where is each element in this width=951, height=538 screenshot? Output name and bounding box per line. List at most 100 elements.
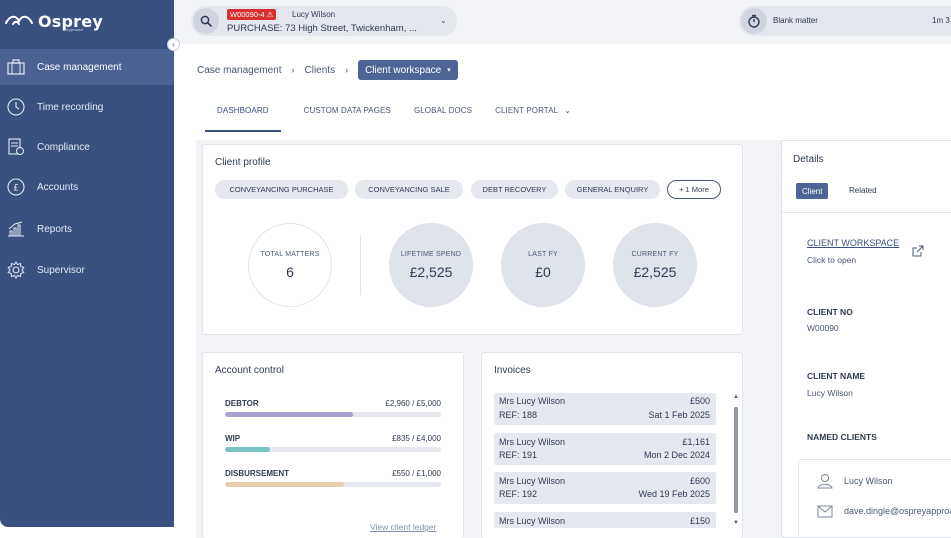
matter-title: PURCHASE: 73 High Street, Twickenham, ..… [227, 23, 417, 34]
external-link-icon[interactable] [912, 244, 924, 262]
invoice-item[interactable]: Mrs Lucy Wilson £500 REF: 188 Sat 1 Feb … [494, 393, 716, 425]
tab-bar: DASHBOARD CUSTOM DATA PAGES GLOBAL DOCS … [205, 106, 594, 132]
sidebar-item-accounts[interactable]: £ Accounts [0, 169, 174, 205]
tab-client-portal[interactable]: CLIENT PORTAL ⌄ [495, 106, 571, 132]
gear-icon [6, 260, 26, 280]
named-client-name-row: Lucy Wilson [816, 472, 893, 490]
invoice-item[interactable]: Mrs Lucy Wilson £1,161 REF: 191 Mon 2 De… [494, 433, 716, 465]
chip-general-enquiry[interactable]: GENERAL ENQUIRY [565, 180, 660, 199]
sidebar-item-case-management[interactable]: Case management [0, 49, 174, 85]
timer-button[interactable] [741, 8, 767, 34]
clock-icon [6, 97, 26, 117]
mail-icon [816, 502, 834, 520]
invoice-ref: REF: 188 [499, 410, 538, 420]
stat-last-fy: LAST FY £0 [501, 223, 585, 307]
scroll-down-icon[interactable]: ▼ [733, 520, 739, 526]
view-client-ledger-link[interactable]: View client ledger [370, 522, 436, 532]
chevron-right-icon: › [291, 65, 295, 75]
topbar: W00090-4 ⚠ Lucy Wilson PURCHASE: 73 High… [174, 0, 951, 44]
tab-global-docs[interactable]: GLOBAL DOCS [414, 106, 472, 132]
search-button[interactable] [193, 8, 219, 34]
account-row-label: DISBURSEMENT [225, 469, 290, 478]
stat-lifetime-spend: LIFETIME SPEND £2,525 [389, 223, 473, 307]
scroll-up-icon[interactable]: ▲ [733, 394, 739, 400]
invoice-client: Mrs Lucy Wilson [499, 396, 566, 406]
details-tab-related[interactable]: Related [849, 186, 877, 195]
sidebar-item-label: Time recording [37, 101, 104, 113]
client-no-value: W00090 [807, 323, 839, 333]
invoice-scrollbar[interactable]: ▲ ▼ [733, 394, 739, 528]
stat-value: £0 [535, 263, 551, 280]
client-workspace-subtext: Click to open [807, 255, 857, 265]
timer-widget[interactable]: Blank matter 1m 3 [739, 6, 951, 36]
stat-label: TOTAL MATTERS [260, 250, 320, 258]
invoice-date: Wed 19 Feb 2025 [638, 489, 710, 499]
named-client-email-row: dave.dingle@ospreyapproach [816, 502, 951, 520]
sidebar-item-reports[interactable]: Reports [0, 211, 174, 247]
logo[interactable]: Osprey Approach [4, 8, 103, 34]
chip-more-button[interactable]: + 1 More [667, 180, 721, 199]
invoice-date: Mon 2 Dec 2024 [643, 450, 710, 460]
pound-icon: £ [6, 177, 26, 197]
named-client-card[interactable]: Lucy Wilson dave.dingle@ospreyapproach [798, 459, 951, 538]
progress-track [225, 447, 441, 452]
breadcrumb-item-case-management[interactable]: Case management [197, 65, 282, 76]
scrollbar-thumb[interactable] [734, 407, 738, 513]
client-workspace-link[interactable]: CLIENT WORKSPACE [807, 238, 899, 248]
sidebar-item-compliance[interactable]: Compliance [0, 129, 174, 165]
sidebar-item-supervisor[interactable]: Supervisor [0, 252, 174, 288]
sidebar-item-label: Case management [37, 61, 122, 73]
invoice-client: Mrs Lucy Wilson [499, 437, 566, 447]
sidebar-item-label: Compliance [37, 141, 90, 153]
dashboard-area: Client profile CONVEYANCING PURCHASE CON… [196, 140, 951, 538]
stat-value: £2,525 [409, 263, 453, 280]
invoice-list: Mrs Lucy Wilson £500 REF: 188 Sat 1 Feb … [494, 393, 717, 528]
reports-icon [6, 219, 26, 239]
osprey-bird-icon [5, 15, 33, 25]
sidebar-item-time-recording[interactable]: Time recording [0, 89, 174, 125]
stat-label: CURRENT FY [631, 250, 679, 258]
breadcrumb: Case management › Clients › Client works… [197, 60, 458, 80]
invoice-item[interactable]: Mrs Lucy Wilson £600 REF: 192 Wed 19 Feb… [494, 472, 716, 504]
stat-total-matters: TOTAL MATTERS 6 [248, 223, 332, 307]
breadcrumb-current-label: Client workspace [365, 64, 442, 76]
account-row-value: £2,960 / £5,000 [385, 399, 441, 408]
matter-selector[interactable]: W00090-4 ⚠ Lucy Wilson PURCHASE: 73 High… [191, 6, 457, 36]
compliance-icon [6, 137, 26, 157]
invoice-item[interactable]: Mrs Lucy Wilson £150 [494, 512, 716, 528]
timer-time: 1m 3 [932, 16, 950, 25]
account-control-card: Account control DEBTOR £2,960 / £5,000 W… [202, 352, 464, 538]
chip-conveyancing-purchase[interactable]: CONVEYANCING PURCHASE [215, 180, 348, 199]
named-client-email[interactable]: dave.dingle@ospreyapproach [844, 506, 951, 516]
invoice-ref: REF: 192 [499, 489, 538, 499]
svg-text:£: £ [13, 184, 19, 194]
sidebar-item-label: Supervisor [37, 264, 85, 276]
search-icon [200, 15, 212, 27]
invoice-amount: £150 [689, 516, 710, 526]
breadcrumb-current-dropdown[interactable]: Client workspace ▾ [358, 60, 458, 80]
user-icon [816, 472, 834, 490]
progress-fill [225, 447, 271, 452]
account-control-title: Account control [215, 365, 284, 376]
chip-conveyancing-sale[interactable]: CONVEYANCING SALE [355, 180, 463, 199]
invoice-ref: REF: 191 [499, 450, 538, 460]
invoice-amount: £1,161 [682, 437, 710, 447]
tab-dashboard[interactable]: DASHBOARD [205, 106, 281, 132]
details-title: Details [793, 154, 824, 165]
invoices-card: Invoices Mrs Lucy Wilson £500 REF: 188 S… [481, 352, 743, 538]
account-row-value: £835 / £4,000 [392, 434, 441, 443]
chevron-down-icon: ⌄ [440, 16, 447, 25]
client-name-label: CLIENT NAME [807, 371, 866, 381]
stat-divider [360, 235, 361, 295]
progress-fill [225, 412, 353, 417]
tab-client-portal-label: CLIENT PORTAL [495, 106, 559, 115]
divider [782, 212, 951, 213]
progress-track [225, 482, 441, 487]
details-tab-client[interactable]: Client [796, 183, 829, 199]
tab-custom-data-pages[interactable]: CUSTOM DATA PAGES [304, 106, 391, 132]
chip-debt-recovery[interactable]: DEBT RECOVERY [471, 180, 558, 199]
account-row-label: WIP [225, 434, 241, 443]
sidebar-collapse-button[interactable]: ‹ [167, 38, 180, 51]
chevron-down-icon: ▾ [447, 67, 451, 74]
breadcrumb-item-clients[interactable]: Clients [305, 65, 336, 76]
